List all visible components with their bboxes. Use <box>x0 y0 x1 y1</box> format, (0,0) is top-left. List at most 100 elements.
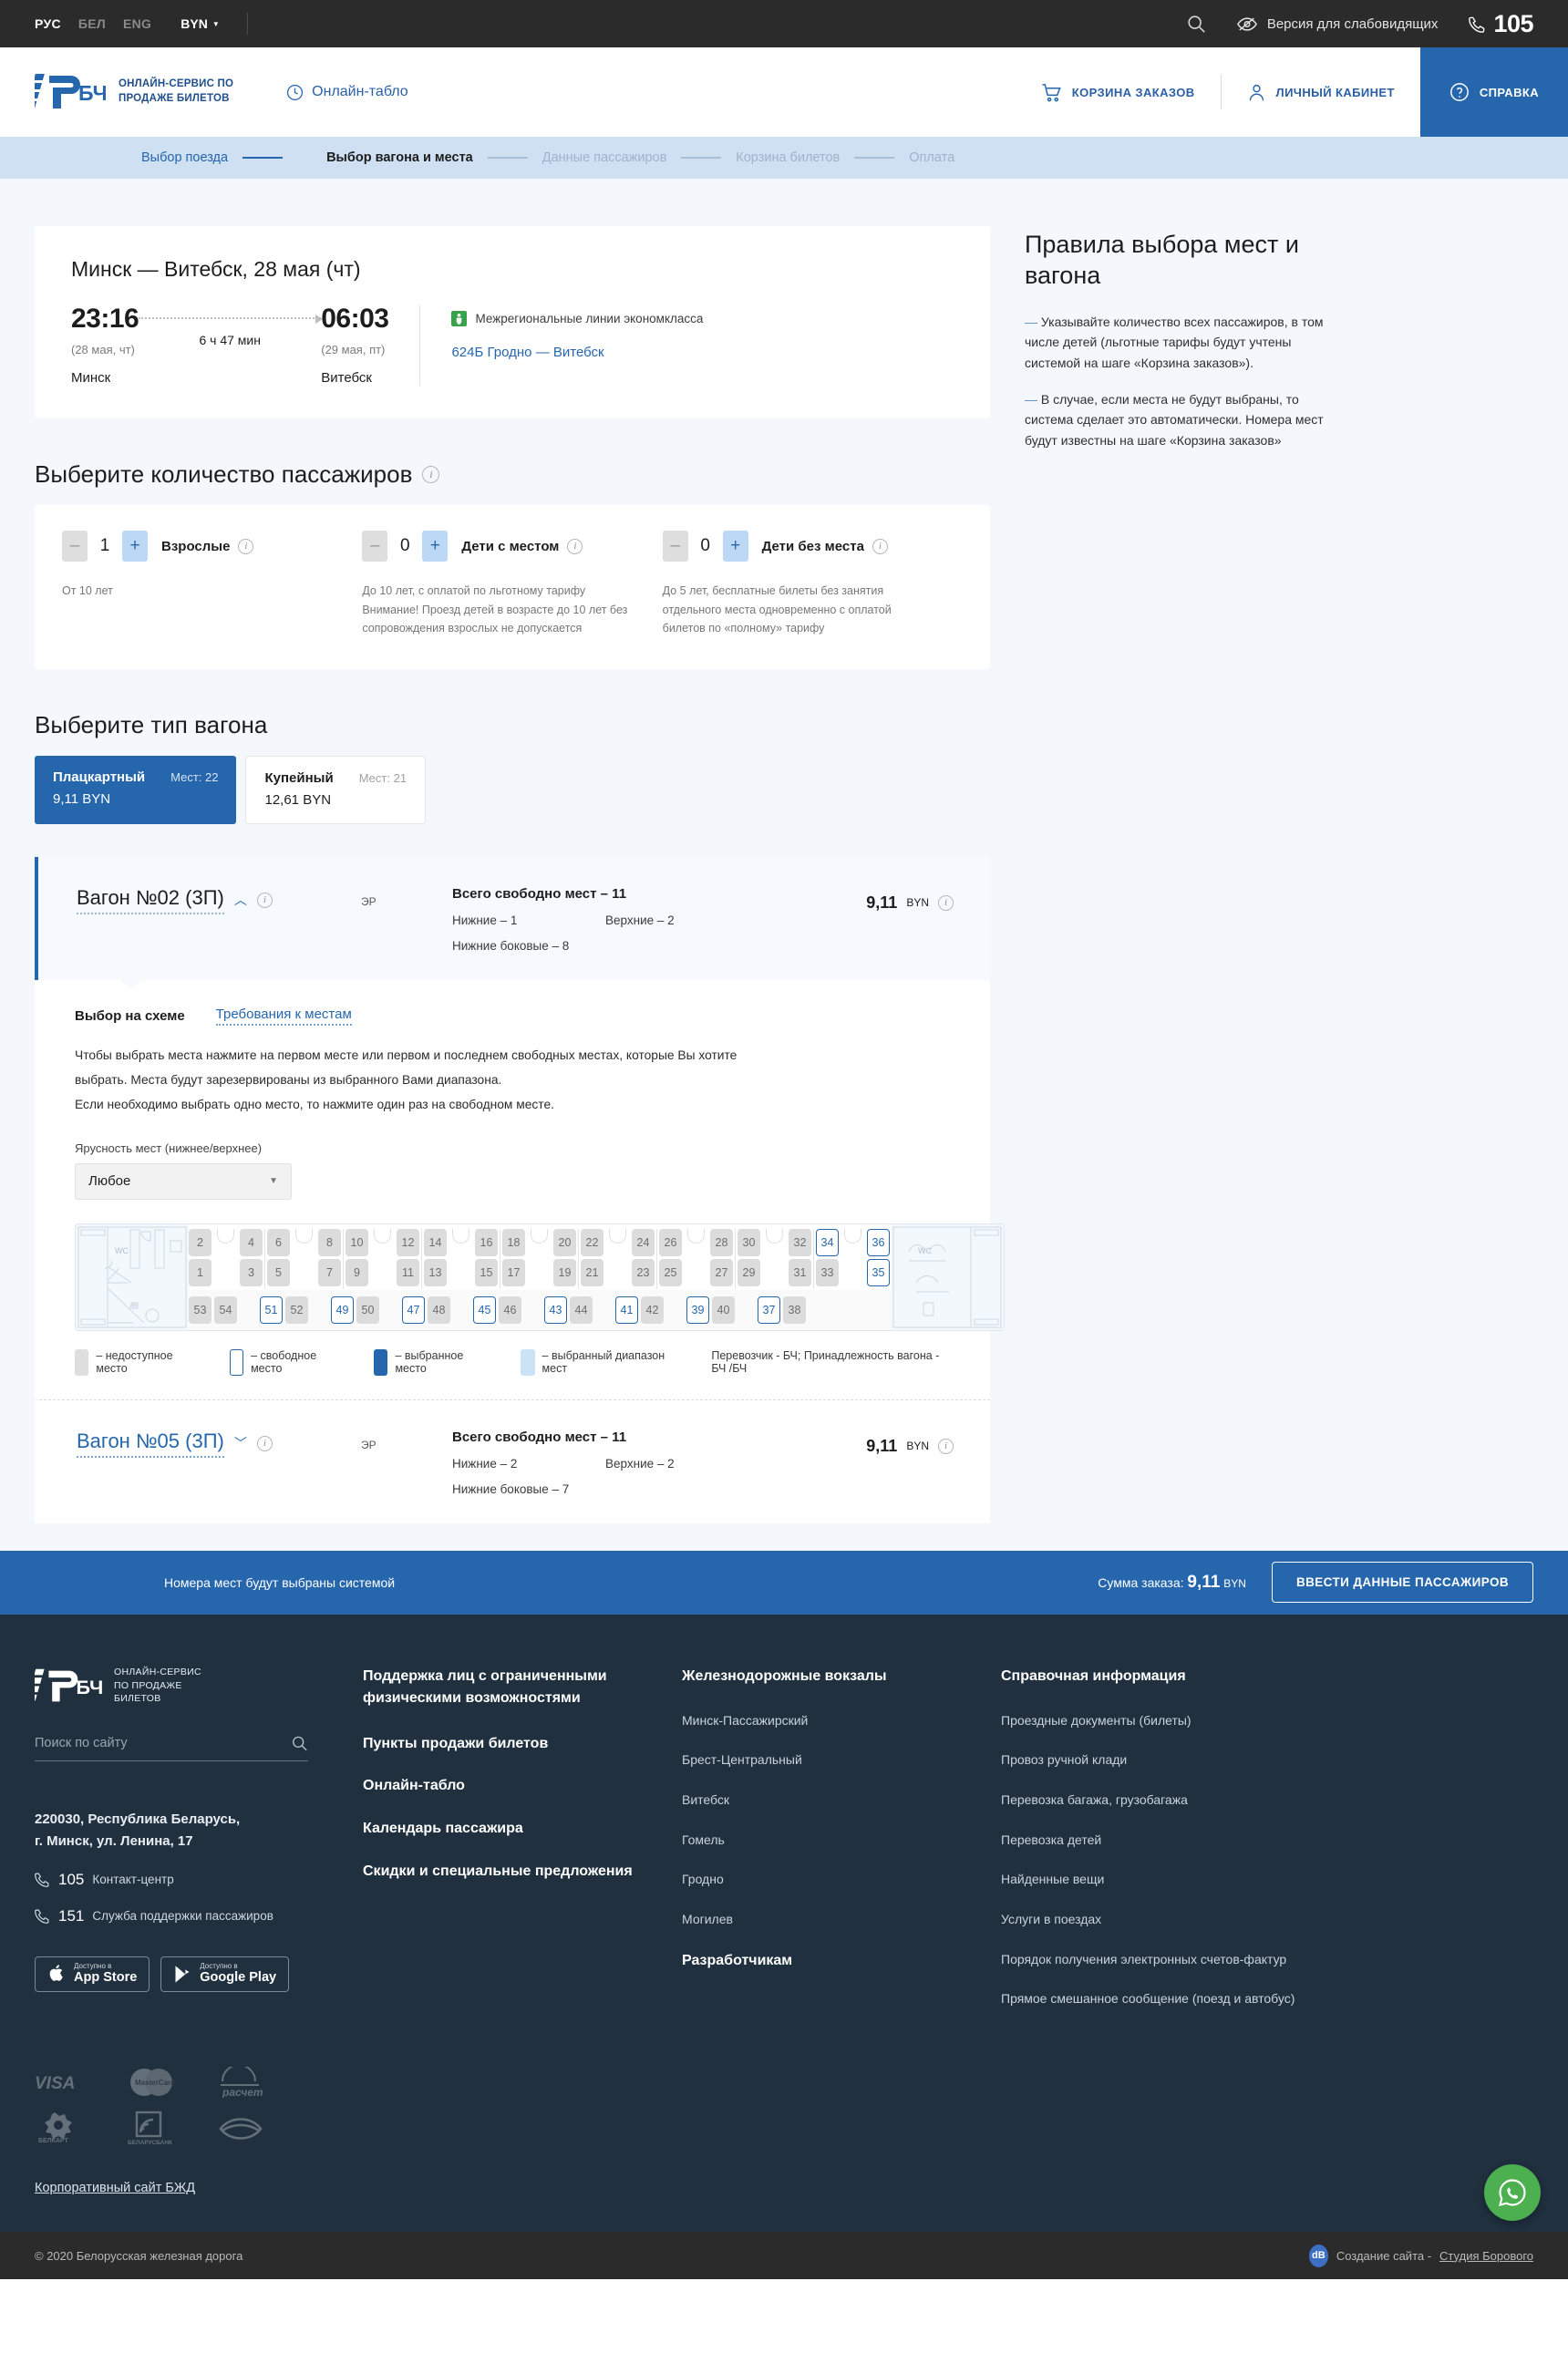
seat-22[interactable]: 22 <box>581 1228 603 1256</box>
footer-station-link[interactable]: Брест-Центральный <box>682 1750 1001 1770</box>
seat-43[interactable]: 43 <box>544 1295 567 1324</box>
seat-44[interactable]: 44 <box>570 1295 593 1324</box>
tab-scheme[interactable]: Выбор на схеме <box>75 1008 185 1024</box>
footer-info-link[interactable]: Проездные документы (билеты) <box>1001 1711 1311 1731</box>
seat-16[interactable]: 16 <box>475 1228 498 1256</box>
footer-info-link[interactable]: Услуги в поездах <box>1001 1910 1311 1930</box>
seat-11[interactable]: 11 <box>397 1258 419 1286</box>
wagon-name[interactable]: Вагон №05 (3П) <box>77 1430 224 1458</box>
help-button[interactable]: Справка <box>1419 47 1568 137</box>
wagon-row-collapsed[interactable]: Вагон №05 (3П) ﹀ i ЭР Всего свободно мес… <box>35 1399 990 1523</box>
children-noseat-increment-button[interactable]: + <box>722 531 748 562</box>
seat-39[interactable]: 39 <box>686 1295 709 1324</box>
wagon-name[interactable]: Вагон №02 (3П) <box>77 886 224 914</box>
footer-link-sale-points[interactable]: Пункты продажи билетов <box>363 1733 682 1756</box>
seat-51[interactable]: 51 <box>260 1295 283 1324</box>
footer-logo[interactable]: БЧ Онлайн-сервис по продаже билетов <box>35 1666 363 1707</box>
footer-info-link[interactable]: Найденные вещи <box>1001 1870 1311 1890</box>
seat-49[interactable]: 49 <box>331 1295 354 1324</box>
seat-46[interactable]: 46 <box>499 1295 521 1324</box>
car-type-kupe[interactable]: Купейный Мест: 21 12,61 BYN <box>245 755 427 824</box>
account-button[interactable]: Личный кабинет <box>1222 47 1420 137</box>
seat-45[interactable]: 45 <box>473 1295 496 1324</box>
children-noseat-decrement-button[interactable]: – <box>662 531 688 562</box>
seat-21[interactable]: 21 <box>581 1258 603 1286</box>
seat-14[interactable]: 14 <box>424 1228 447 1256</box>
lang-en[interactable]: ENG <box>123 16 151 31</box>
info-icon[interactable]: i <box>938 1438 954 1454</box>
seat-15[interactable]: 15 <box>475 1258 498 1286</box>
seat-31[interactable]: 31 <box>789 1258 811 1286</box>
seat-29[interactable]: 29 <box>738 1258 760 1286</box>
footer-link-developers[interactable]: Разработчикам <box>682 1950 1001 1972</box>
info-icon[interactable]: i <box>256 1435 273 1451</box>
search-icon[interactable] <box>291 1734 308 1752</box>
lang-ru[interactable]: РУС <box>35 16 61 31</box>
tab-requirements[interactable]: Требования к местам <box>215 1006 352 1026</box>
seat-25[interactable]: 25 <box>659 1258 682 1286</box>
corporate-site-link[interactable]: Корпоративный сайт БЖД <box>35 2181 1533 2195</box>
made-by-link[interactable]: Студия Борового <box>1439 2249 1533 2263</box>
seat-5[interactable]: 5 <box>267 1258 290 1286</box>
hotline-phone[interactable]: 105 <box>1469 10 1533 38</box>
seat-24[interactable]: 24 <box>632 1228 655 1256</box>
seat-18[interactable]: 18 <box>502 1228 525 1256</box>
seat-35[interactable]: 35 <box>867 1258 890 1286</box>
seat-30[interactable]: 30 <box>738 1228 760 1256</box>
footer-station-link[interactable]: Гомель <box>682 1831 1001 1851</box>
seat-2[interactable]: 2 <box>189 1228 211 1256</box>
currency-selector[interactable]: BYN ▼ <box>181 16 219 31</box>
seat-47[interactable]: 47 <box>402 1295 425 1324</box>
seat-20[interactable]: 20 <box>553 1228 576 1256</box>
seat-53[interactable]: 53 <box>189 1295 211 1324</box>
seat-48[interactable]: 48 <box>428 1295 450 1324</box>
continue-button[interactable]: Ввести данные пассажиров <box>1271 1562 1533 1604</box>
seat-54[interactable]: 54 <box>214 1295 237 1324</box>
seat-52[interactable]: 52 <box>285 1295 308 1324</box>
children-seat-increment-button[interactable]: + <box>422 531 449 562</box>
seat-17[interactable]: 17 <box>502 1258 525 1286</box>
car-type-platzkart[interactable]: Плацкартный Мест: 22 9,11 BYN <box>35 755 237 824</box>
info-icon[interactable]: i <box>872 538 888 554</box>
seat-12[interactable]: 12 <box>397 1228 419 1256</box>
seat-41[interactable]: 41 <box>615 1295 638 1324</box>
footer-station-link[interactable]: Гродно <box>682 1870 1001 1890</box>
seat-1[interactable]: 1 <box>189 1258 211 1286</box>
seat-37[interactable]: 37 <box>758 1295 780 1324</box>
info-icon[interactable]: i <box>422 466 440 483</box>
footer-info-link[interactable]: Порядок получения электронных счетов-фак… <box>1001 1950 1311 1970</box>
adults-increment-button[interactable]: + <box>122 531 148 562</box>
children-seat-decrement-button[interactable]: – <box>362 531 388 562</box>
search-icon[interactable] <box>1186 14 1206 34</box>
footer-info-link[interactable]: Перевозка багажа, грузобагажа <box>1001 1791 1311 1811</box>
footer-station-link[interactable]: Витебск <box>682 1791 1001 1811</box>
cart-button[interactable]: Корзина заказов <box>1015 47 1221 137</box>
site-logo[interactable]: БЧ Онлайн-сервис по продаже билетов <box>35 70 233 114</box>
googleplay-button[interactable]: Доступно в Google Play <box>160 1956 290 1993</box>
seat-42[interactable]: 42 <box>641 1295 664 1324</box>
seat-50[interactable]: 50 <box>356 1295 379 1324</box>
footer-link-online-board[interactable]: Онлайн-табло <box>363 1775 682 1798</box>
info-icon[interactable]: i <box>238 538 254 554</box>
seat-7[interactable]: 7 <box>318 1258 341 1286</box>
seat-40[interactable]: 40 <box>712 1295 735 1324</box>
seat-27[interactable]: 27 <box>710 1258 733 1286</box>
footer-info-link[interactable]: Перевозка детей <box>1001 1831 1311 1851</box>
language-switcher[interactable]: РУС БЕЛ ENG <box>35 16 151 31</box>
info-icon[interactable]: i <box>567 538 583 554</box>
footer-link-discounts[interactable]: Скидки и специальные предложения <box>363 1861 682 1884</box>
seat-23[interactable]: 23 <box>632 1258 655 1286</box>
whatsapp-button[interactable] <box>1484 2164 1541 2222</box>
seat-19[interactable]: 19 <box>553 1258 576 1286</box>
appstore-button[interactable]: Доступно в App Store <box>35 1956 150 1993</box>
seat-38[interactable]: 38 <box>783 1295 806 1324</box>
search-input[interactable] <box>35 1735 292 1750</box>
footer-phone-2[interactable]: 151 Служба поддержки пассажиров <box>35 1907 363 1925</box>
seat-28[interactable]: 28 <box>710 1228 733 1256</box>
tier-select[interactable]: Любое ▼ <box>75 1162 292 1200</box>
online-board-link[interactable]: Онлайн-табло <box>286 84 408 101</box>
footer-link-support[interactable]: Поддержка лиц с ограниченными физическим… <box>363 1666 682 1709</box>
seat-13[interactable]: 13 <box>424 1258 447 1286</box>
seat-33[interactable]: 33 <box>816 1258 839 1286</box>
info-icon[interactable]: i <box>938 894 954 911</box>
